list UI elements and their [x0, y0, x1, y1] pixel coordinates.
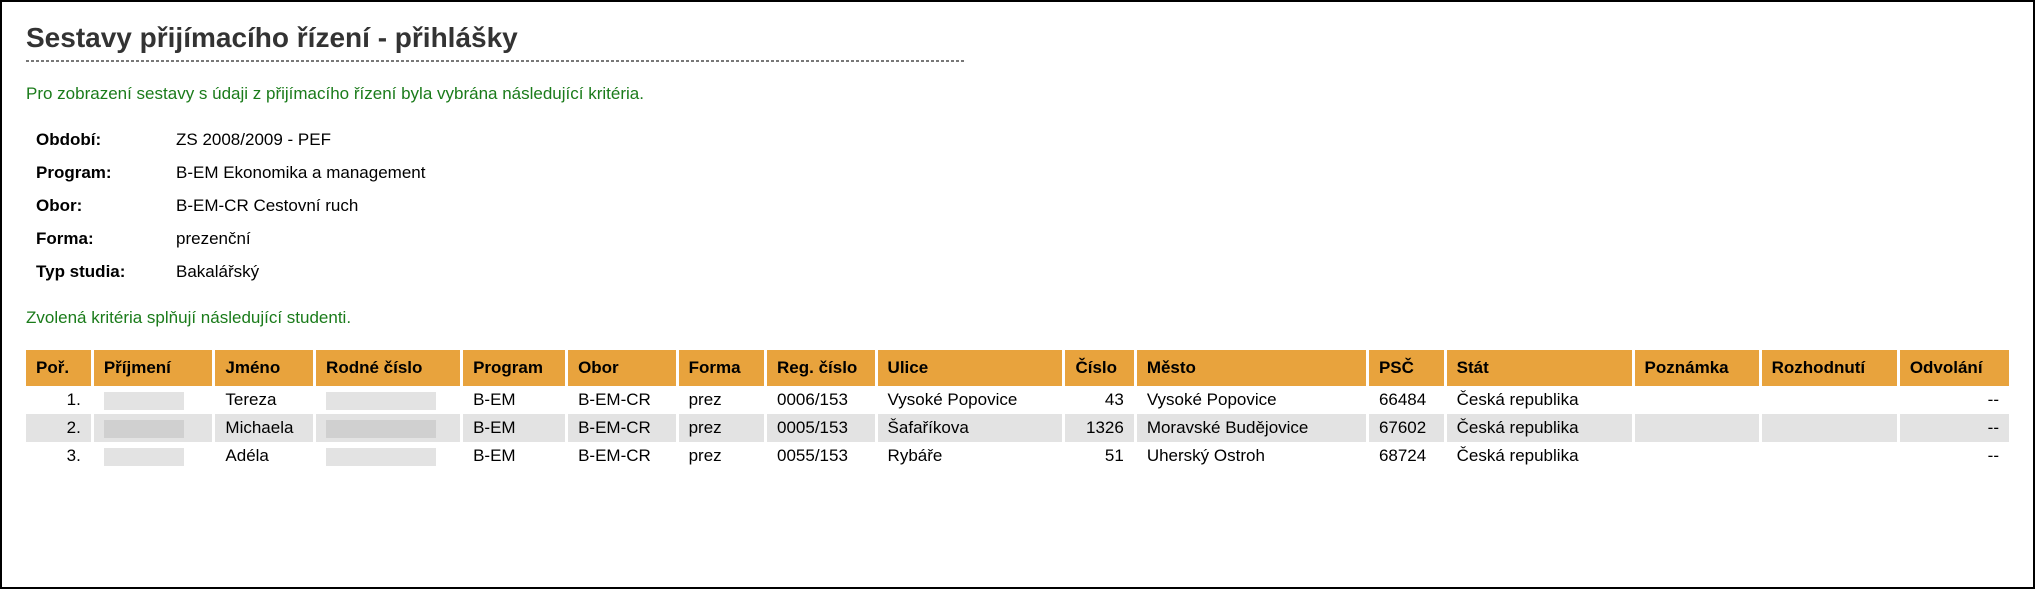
table-header-row: Poř. Příjmení Jméno Rodné číslo Program … — [26, 350, 2009, 386]
cell-poznamka — [1633, 442, 1760, 470]
criteria-value: ZS 2008/2009 - PEF — [176, 126, 331, 155]
criteria-label: Program: — [36, 159, 176, 188]
cell-mesto: Uherský Ostroh — [1135, 442, 1367, 470]
cell-stat: Česká republika — [1445, 414, 1633, 442]
criteria-label: Období: — [36, 126, 176, 155]
cell-por: 2. — [26, 414, 92, 442]
cell-por: 1. — [26, 386, 92, 414]
th-ulice[interactable]: Ulice — [876, 350, 1064, 386]
th-mesto[interactable]: Město — [1135, 350, 1367, 386]
th-prijmeni[interactable]: Příjmení — [92, 350, 214, 386]
th-rozhodnuti[interactable]: Rozhodnutí — [1760, 350, 1898, 386]
cell-forma: prez — [677, 442, 765, 470]
criteria-value: prezenční — [176, 225, 251, 254]
cell-psc: 66484 — [1367, 386, 1445, 414]
criteria-row-obor: Obor: B-EM-CR Cestovní ruch — [36, 192, 2009, 221]
th-poznamka[interactable]: Poznámka — [1633, 350, 1760, 386]
cell-forma: prez — [677, 414, 765, 442]
cell-reg-cislo: 0005/153 — [766, 414, 877, 442]
redacted-surname — [104, 448, 184, 466]
cell-rodne-cislo — [315, 386, 462, 414]
th-stat[interactable]: Stát — [1445, 350, 1633, 386]
cell-mesto: Moravské Budějovice — [1135, 414, 1367, 442]
table-row[interactable]: 2. Michaela B-EM B-EM-CR prez 0005/153 Š… — [26, 414, 2009, 442]
redacted-surname — [104, 420, 184, 438]
th-rodne-cislo[interactable]: Rodné číslo — [315, 350, 462, 386]
cell-ulice: Šafaříkova — [876, 414, 1064, 442]
redacted-birthno — [326, 392, 436, 410]
cell-jmeno: Michaela — [214, 414, 315, 442]
th-program[interactable]: Program — [462, 350, 567, 386]
cell-jmeno: Adéla — [214, 442, 315, 470]
cell-cislo: 51 — [1064, 442, 1135, 470]
th-psc[interactable]: PSČ — [1367, 350, 1445, 386]
cell-stat: Česká republika — [1445, 386, 1633, 414]
cell-ulice: Rybáře — [876, 442, 1064, 470]
redacted-surname — [104, 392, 184, 410]
cell-odvolani: -- — [1898, 386, 2009, 414]
th-odvolani[interactable]: Odvolání — [1898, 350, 2009, 386]
subintro-text: Zvolená kritéria splňují následující stu… — [26, 308, 2009, 328]
criteria-label: Obor: — [36, 192, 176, 221]
th-cislo[interactable]: Číslo — [1064, 350, 1135, 386]
cell-reg-cislo: 0055/153 — [766, 442, 877, 470]
cell-mesto: Vysoké Popovice — [1135, 386, 1367, 414]
table-row[interactable]: 3. Adéla B-EM B-EM-CR prez 0055/153 Rybá… — [26, 442, 2009, 470]
students-table: Poř. Příjmení Jméno Rodné číslo Program … — [26, 350, 2009, 470]
cell-obor: B-EM-CR — [567, 414, 678, 442]
cell-reg-cislo: 0006/153 — [766, 386, 877, 414]
page-title: Sestavy přijímacího řízení - přihlášky — [26, 22, 2009, 54]
cell-prijmeni — [92, 414, 214, 442]
th-forma[interactable]: Forma — [677, 350, 765, 386]
cell-poznamka — [1633, 386, 1760, 414]
th-jmeno[interactable]: Jméno — [214, 350, 315, 386]
criteria-label: Typ studia: — [36, 258, 176, 287]
criteria-label: Forma: — [36, 225, 176, 254]
cell-jmeno: Tereza — [214, 386, 315, 414]
cell-program: B-EM — [462, 386, 567, 414]
cell-rozhodnuti — [1760, 442, 1898, 470]
cell-prijmeni — [92, 442, 214, 470]
cell-obor: B-EM-CR — [567, 386, 678, 414]
criteria-row-typ: Typ studia: Bakalářský — [36, 258, 2009, 287]
cell-cislo: 1326 — [1064, 414, 1135, 442]
cell-rodne-cislo — [315, 414, 462, 442]
criteria-row-program: Program: B-EM Ekonomika a management — [36, 159, 2009, 188]
redacted-birthno — [326, 420, 436, 438]
cell-rozhodnuti — [1760, 414, 1898, 442]
cell-odvolani: -- — [1898, 414, 2009, 442]
criteria-block: Období: ZS 2008/2009 - PEF Program: B-EM… — [36, 126, 2009, 286]
cell-psc: 68724 — [1367, 442, 1445, 470]
criteria-value: Bakalářský — [176, 258, 259, 287]
criteria-value: B-EM-CR Cestovní ruch — [176, 192, 358, 221]
redacted-birthno — [326, 448, 436, 466]
cell-psc: 67602 — [1367, 414, 1445, 442]
cell-ulice: Vysoké Popovice — [876, 386, 1064, 414]
cell-stat: Česká republika — [1445, 442, 1633, 470]
cell-odvolani: -- — [1898, 442, 2009, 470]
cell-rodne-cislo — [315, 442, 462, 470]
cell-por: 3. — [26, 442, 92, 470]
criteria-row-forma: Forma: prezenční — [36, 225, 2009, 254]
cell-cislo: 43 — [1064, 386, 1135, 414]
th-reg-cislo[interactable]: Reg. číslo — [766, 350, 877, 386]
th-obor[interactable]: Obor — [567, 350, 678, 386]
cell-forma: prez — [677, 386, 765, 414]
cell-obor: B-EM-CR — [567, 442, 678, 470]
cell-poznamka — [1633, 414, 1760, 442]
criteria-row-obdobi: Období: ZS 2008/2009 - PEF — [36, 126, 2009, 155]
criteria-value: B-EM Ekonomika a management — [176, 159, 425, 188]
th-por[interactable]: Poř. — [26, 350, 92, 386]
cell-program: B-EM — [462, 442, 567, 470]
cell-rozhodnuti — [1760, 386, 1898, 414]
cell-prijmeni — [92, 386, 214, 414]
cell-program: B-EM — [462, 414, 567, 442]
title-divider — [26, 60, 966, 62]
table-row[interactable]: 1. Tereza B-EM B-EM-CR prez 0006/153 Vys… — [26, 386, 2009, 414]
page-frame: Sestavy přijímacího řízení - přihlášky P… — [0, 0, 2035, 589]
intro-text: Pro zobrazení sestavy s údaji z přijímac… — [26, 84, 2009, 104]
